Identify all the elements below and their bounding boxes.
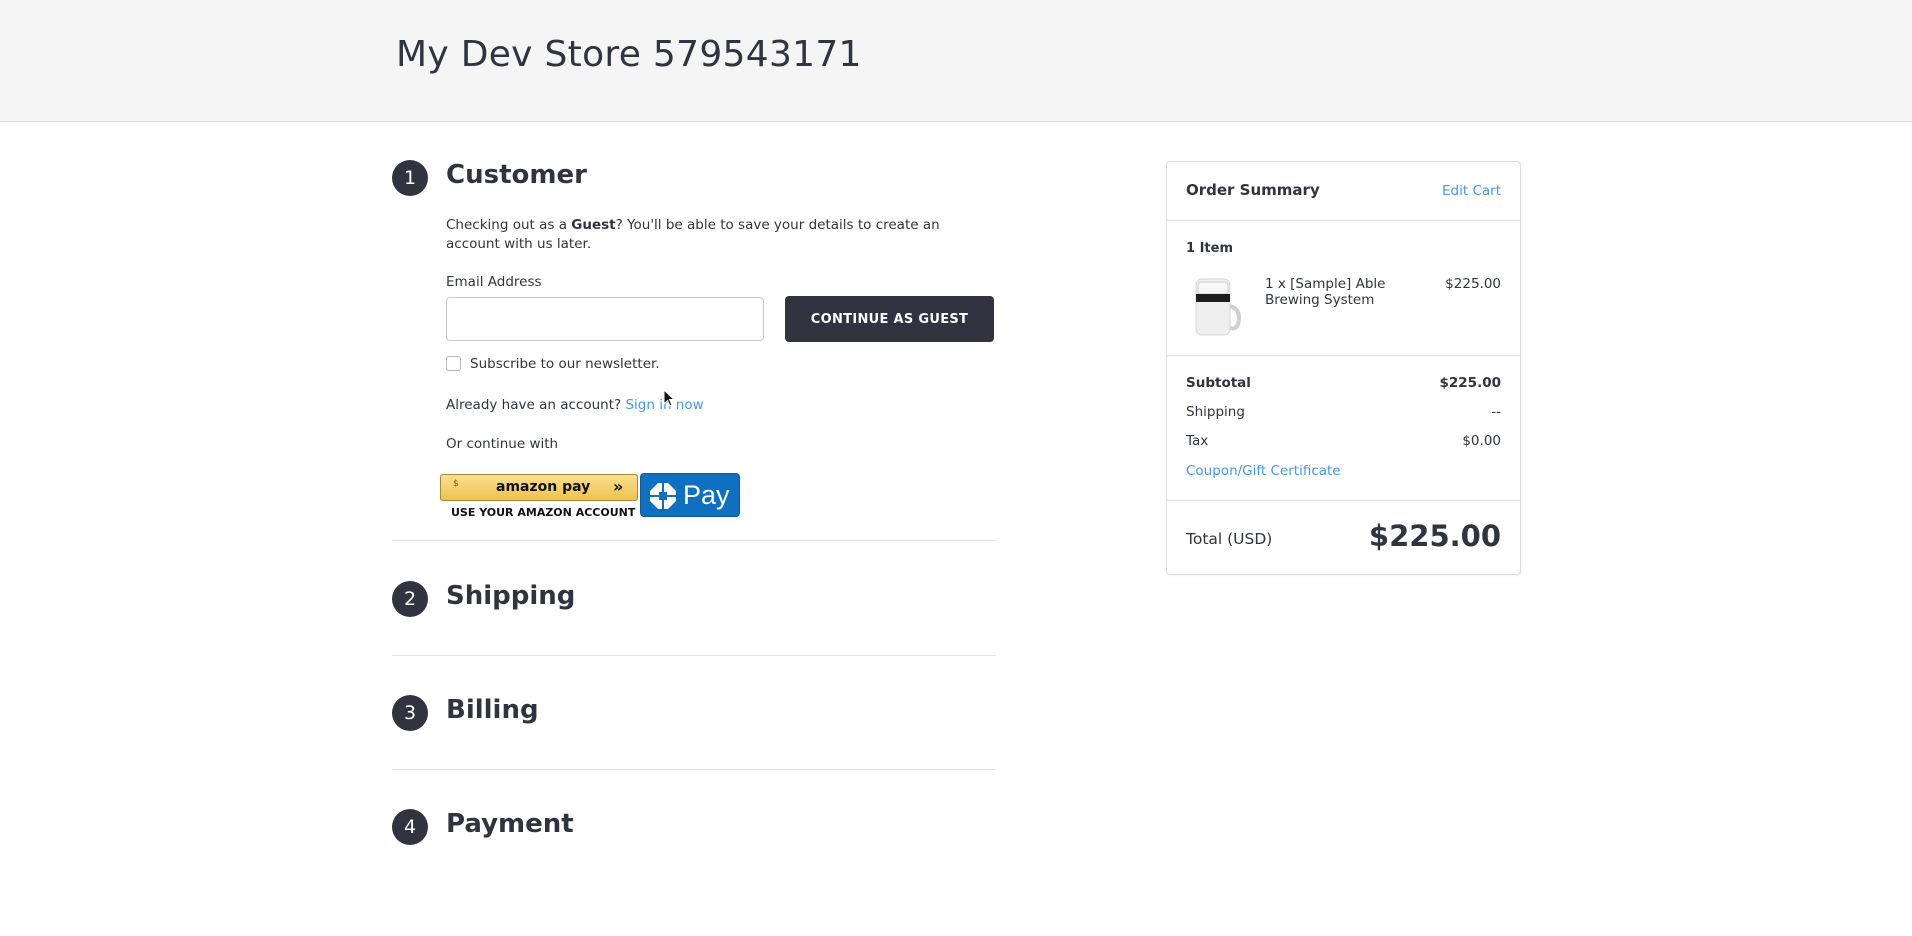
step-number-billing: 3 bbox=[392, 695, 428, 731]
subtotal-value: $225.00 bbox=[1439, 375, 1502, 391]
shipping-value: -- bbox=[1491, 404, 1501, 420]
step-title-shipping: Shipping bbox=[446, 581, 576, 611]
step-number-shipping: 2 bbox=[392, 581, 428, 617]
summary-divider bbox=[1167, 500, 1520, 501]
tax-label: Tax bbox=[1186, 433, 1209, 449]
product-name: 1 x [Sample] Able Brewing System bbox=[1265, 276, 1386, 308]
store-header: My Dev Store 579543171 bbox=[0, 0, 1912, 122]
total-value: $225.00 bbox=[1368, 519, 1501, 553]
shipping-label: Shipping bbox=[1186, 404, 1245, 420]
amazon-pay-button-face[interactable]: $ amazon pay » bbox=[440, 474, 638, 501]
total-label: Total (USD) bbox=[1186, 530, 1273, 548]
intro-prefix: Checking out as a bbox=[446, 217, 572, 233]
chase-octagon-icon bbox=[650, 483, 676, 509]
step-title-customer: Customer bbox=[446, 160, 587, 190]
amazon-coin-icon: $ bbox=[453, 479, 459, 489]
continue-as-guest-button[interactable]: CONTINUE AS GUEST bbox=[785, 296, 994, 342]
double-chevron-icon: » bbox=[613, 477, 624, 496]
account-prompt-text: Already have an account? bbox=[446, 397, 622, 413]
order-summary-panel: Order Summary Edit Cart 1 Item 1 x [Samp… bbox=[1166, 161, 1521, 575]
section-divider bbox=[392, 655, 996, 656]
guest-intro-text: Checking out as a Guest? You'll be able … bbox=[446, 216, 986, 254]
section-divider bbox=[392, 769, 996, 770]
step-number-customer: 1 bbox=[392, 160, 428, 196]
section-divider bbox=[392, 540, 996, 541]
email-field[interactable] bbox=[446, 297, 764, 341]
store-title[interactable]: My Dev Store 579543171 bbox=[396, 34, 862, 75]
product-price: $225.00 bbox=[1445, 276, 1501, 292]
edit-cart-link[interactable]: Edit Cart bbox=[1442, 183, 1501, 199]
newsletter-label[interactable]: Subscribe to our newsletter. bbox=[470, 356, 660, 372]
mouse-cursor-icon bbox=[663, 389, 676, 407]
step-title-payment: Payment bbox=[446, 809, 574, 839]
chase-pay-label: Pay bbox=[683, 480, 730, 510]
coupon-gift-certificate-link[interactable]: Coupon/Gift Certificate bbox=[1186, 463, 1341, 479]
newsletter-checkbox[interactable] bbox=[446, 356, 461, 371]
or-continue-text: Or continue with bbox=[446, 436, 559, 452]
intro-guest: Guest bbox=[571, 217, 616, 233]
amazon-pay-subtitle: USE YOUR AMAZON ACCOUNT bbox=[451, 506, 636, 519]
chase-pay-button[interactable]: Pay bbox=[640, 473, 740, 517]
item-count: 1 Item bbox=[1186, 241, 1233, 256]
step-title-billing: Billing bbox=[446, 695, 539, 725]
amazon-pay-label: amazon pay bbox=[496, 479, 591, 495]
subtotal-label: Subtotal bbox=[1186, 375, 1251, 391]
summary-divider bbox=[1167, 220, 1520, 221]
email-label: Email Address bbox=[446, 274, 542, 290]
brewing-system-image bbox=[1195, 278, 1241, 336]
order-summary-title: Order Summary bbox=[1186, 181, 1320, 199]
summary-divider bbox=[1167, 355, 1520, 356]
step-number-payment: 4 bbox=[392, 809, 428, 845]
tax-value: $0.00 bbox=[1462, 433, 1501, 449]
amazon-pay-button[interactable]: $ amazon pay » USE YOUR AMAZON ACCOUNT bbox=[440, 474, 640, 522]
